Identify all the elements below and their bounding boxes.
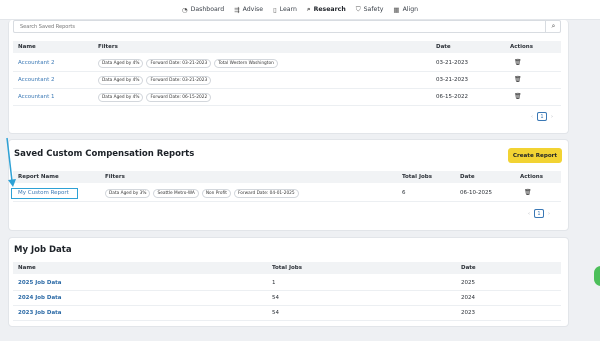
table-row: 2025 Job Data 1 2025 xyxy=(13,276,561,291)
total-jobs: 54 xyxy=(272,310,279,316)
job-date: 2025 xyxy=(461,280,475,286)
col-total-jobs: Total Jobs xyxy=(272,265,302,271)
col-name: Name xyxy=(18,265,36,271)
total-jobs: 1 xyxy=(272,280,276,286)
chat-widget-button[interactable] xyxy=(594,266,600,286)
job-date: 2023 xyxy=(461,310,475,316)
job-date: 2024 xyxy=(461,295,475,301)
job-data-link[interactable]: 2024 Job Data xyxy=(18,295,62,301)
job-data-link[interactable]: 2023 Job Data xyxy=(18,310,62,316)
table-row: 2023 Job Data 54 2023 xyxy=(13,306,561,321)
section-title: My Job Data xyxy=(14,245,72,255)
table-row: 2024 Job Data 54 2024 xyxy=(13,291,561,306)
total-jobs: 54 xyxy=(272,295,279,301)
col-date: Date xyxy=(461,265,476,271)
job-data-link[interactable]: 2025 Job Data xyxy=(18,280,62,286)
job-data-header: Name Total Jobs Date xyxy=(13,262,561,274)
